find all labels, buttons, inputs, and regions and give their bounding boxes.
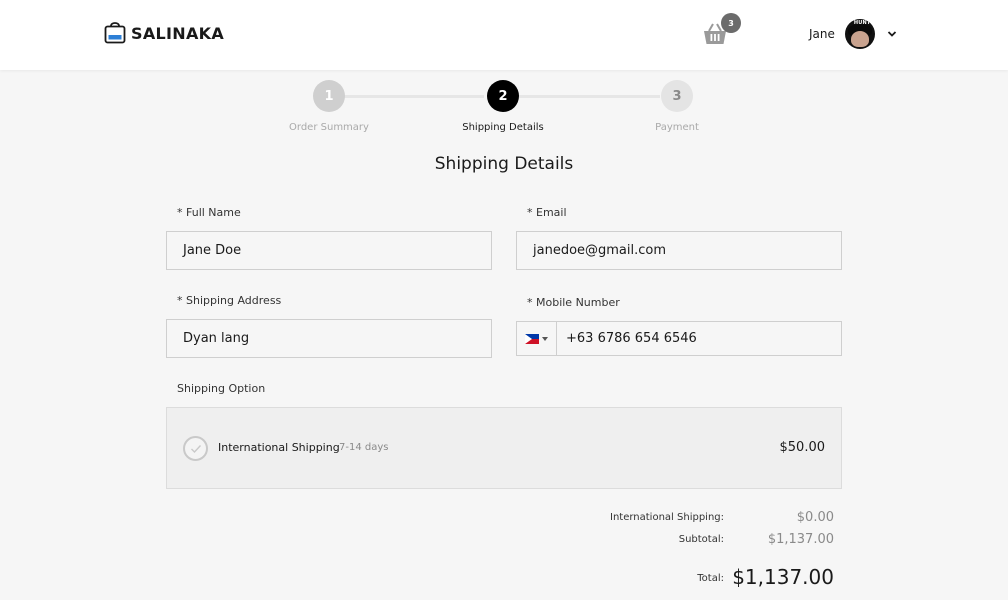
avatar-text: HUNT bbox=[853, 20, 871, 26]
shopping-bag-icon bbox=[104, 22, 126, 44]
shipping-option-radio[interactable] bbox=[183, 436, 208, 461]
shipping-option-price: $50.00 bbox=[779, 440, 826, 455]
email-input[interactable]: janedoe@gmail.com bbox=[516, 231, 842, 270]
checkout-stepper: 1 Order Summary 2 Shipping Details 3 Pay… bbox=[260, 80, 750, 140]
shipping-address-label: * Shipping Address bbox=[177, 294, 282, 307]
summary-shipping-label: International Shipping: bbox=[610, 512, 724, 523]
summary-subtotal-value: $1,137.00 bbox=[767, 532, 834, 547]
summary-total-value: $1,137.00 bbox=[732, 565, 834, 589]
full-name-input[interactable]: Jane Doe bbox=[166, 231, 492, 270]
step-number: 1 bbox=[313, 80, 345, 112]
step-payment: 3 Payment bbox=[612, 80, 742, 133]
step-number: 2 bbox=[487, 80, 519, 112]
shipping-option-days: 7-14 days bbox=[339, 442, 389, 453]
mobile-number-label: * Mobile Number bbox=[527, 296, 620, 309]
shipping-option-card[interactable]: International Shipping 7-14 days $50.00 bbox=[166, 407, 842, 489]
cart-count-badge: 3 bbox=[721, 13, 741, 33]
step-number: 3 bbox=[661, 80, 693, 112]
summary-shipping-value: $0.00 bbox=[796, 510, 834, 525]
summary-subtotal-label: Subtotal: bbox=[678, 534, 724, 545]
shipping-address-input[interactable]: Dyan lang bbox=[166, 319, 492, 358]
philippines-flag-icon bbox=[525, 333, 539, 344]
step-label: Payment bbox=[655, 122, 699, 133]
shipping-option-name: International Shipping bbox=[218, 441, 340, 454]
brand-logo[interactable]: SALINAKA bbox=[104, 22, 224, 44]
email-label: * Email bbox=[527, 206, 567, 219]
step-shipping-details: 2 Shipping Details bbox=[438, 80, 568, 133]
step-label: Shipping Details bbox=[462, 122, 544, 133]
country-code-select[interactable] bbox=[517, 322, 557, 355]
brand-name: SALINAKA bbox=[131, 23, 225, 43]
mobile-number-input[interactable]: +63 6786 654 6546 bbox=[557, 331, 697, 346]
user-name: Jane bbox=[809, 27, 835, 41]
mobile-number-field: +63 6786 654 6546 bbox=[516, 321, 842, 356]
top-header: SALINAKA 3 Jane HUNT bbox=[0, 0, 1008, 70]
shipping-option-label: Shipping Option bbox=[177, 382, 266, 395]
user-menu[interactable]: Jane HUNT bbox=[809, 19, 897, 49]
step-order-summary: 1 Order Summary bbox=[264, 80, 394, 133]
chevron-down-icon[interactable] bbox=[887, 29, 897, 39]
check-icon bbox=[190, 444, 201, 453]
step-label: Order Summary bbox=[289, 122, 369, 133]
avatar: HUNT bbox=[844, 19, 875, 49]
full-name-label: * Full Name bbox=[177, 206, 241, 219]
caret-down-icon bbox=[542, 336, 548, 341]
page-title: Shipping Details bbox=[434, 154, 574, 174]
